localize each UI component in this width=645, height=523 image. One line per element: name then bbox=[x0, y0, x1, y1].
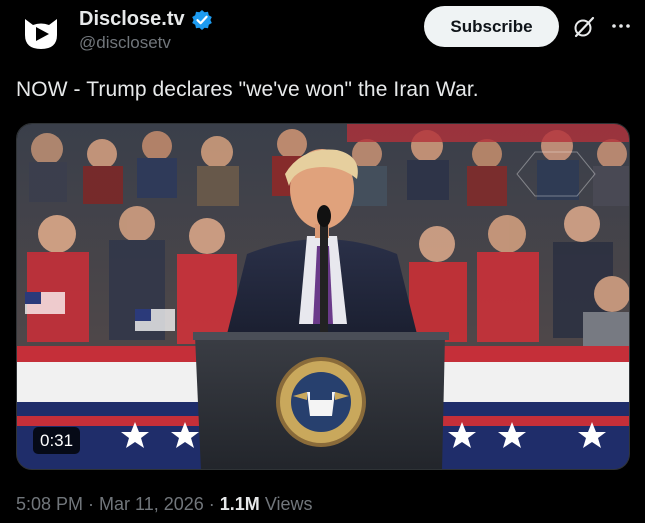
video-thumbnail bbox=[17, 124, 629, 469]
display-name[interactable]: Disclose.tv bbox=[79, 8, 185, 31]
post-time[interactable]: 5:08 PM bbox=[16, 494, 83, 515]
disclose-logo-icon bbox=[25, 19, 57, 49]
display-name-row: Disclose.tv bbox=[79, 8, 213, 31]
subscribe-button[interactable]: Subscribe bbox=[424, 6, 559, 47]
avatar[interactable] bbox=[16, 8, 66, 58]
grok-icon[interactable] bbox=[572, 15, 596, 39]
post-meta: 5:08 PM · Mar 11, 2026 · 1.1M Views bbox=[16, 494, 313, 515]
author-handle[interactable]: @disclosetv bbox=[79, 33, 213, 53]
views-label: Views bbox=[264, 494, 313, 514]
video-player[interactable]: 0:31 bbox=[16, 123, 630, 470]
author-names: Disclose.tv @disclosetv bbox=[79, 8, 213, 53]
more-options-icon[interactable] bbox=[609, 14, 633, 38]
verified-badge-icon[interactable] bbox=[191, 9, 213, 31]
separator-dot: · bbox=[88, 494, 95, 514]
video-duration: 0:31 bbox=[33, 427, 81, 454]
separator-dot: · bbox=[208, 494, 215, 514]
post-header: Disclose.tv @disclosetv Subscribe bbox=[16, 6, 636, 58]
post-date[interactable]: Mar 11, 2026 bbox=[99, 494, 204, 515]
post-text: NOW - Trump declares "we've won" the Ira… bbox=[16, 78, 479, 101]
views-count[interactable]: 1.1M bbox=[220, 494, 260, 515]
